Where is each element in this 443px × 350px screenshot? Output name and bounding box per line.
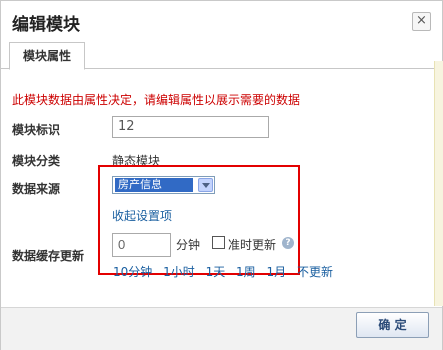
quick-option-1day[interactable]: 1天 [206, 265, 226, 279]
chevron-down-icon[interactable] [198, 178, 213, 192]
cache-unit-label: 分钟 [176, 238, 201, 252]
on-time-update-label: 准时更新 [228, 238, 277, 252]
data-source-select[interactable]: 房产信息 [112, 176, 215, 194]
close-icon[interactable]: × [412, 12, 431, 31]
dialog-title: 编辑模块 [12, 15, 80, 35]
background-strip [434, 61, 443, 306]
collapse-settings-link[interactable]: 收起设置项 [112, 207, 172, 224]
quick-option-10min[interactable]: 10分钟 [113, 265, 152, 279]
tab-module-properties[interactable]: 模块属性 [9, 42, 85, 70]
on-time-update-checkbox[interactable] [212, 236, 225, 249]
module-type-label: 模块分类 [12, 154, 61, 168]
cache-minutes-input[interactable] [112, 233, 171, 257]
title-bar: 编辑模块 × [1, 1, 442, 39]
help-icon[interactable]: ? [282, 237, 294, 249]
ok-button[interactable]: 确 定 [356, 312, 429, 338]
module-id-label: 模块标识 [12, 123, 61, 137]
data-source-label: 数据来源 [12, 182, 61, 196]
quick-option-no-update[interactable]: 不更新 [297, 265, 333, 279]
quick-option-1hour[interactable]: 1小时 [163, 265, 195, 279]
tab-bar: 模块属性 [1, 39, 434, 70]
module-id-input[interactable] [112, 116, 269, 138]
quick-option-1month[interactable]: 1月 [267, 265, 287, 279]
cache-update-label: 数据缓存更新 [12, 249, 85, 263]
notice-text: 此模块数据由属性决定，请编辑属性以展示需要的数据 [12, 93, 301, 107]
quick-option-1week[interactable]: 1周 [236, 265, 256, 279]
edit-module-dialog: 编辑模块 × 模块属性 此模块数据由属性决定，请编辑属性以展示需要的数据 模块标… [0, 0, 443, 350]
data-source-selected-value: 房产信息 [115, 178, 193, 192]
quick-interval-links: 10分钟 1小时 1天 1周 1月 不更新 [113, 263, 340, 280]
